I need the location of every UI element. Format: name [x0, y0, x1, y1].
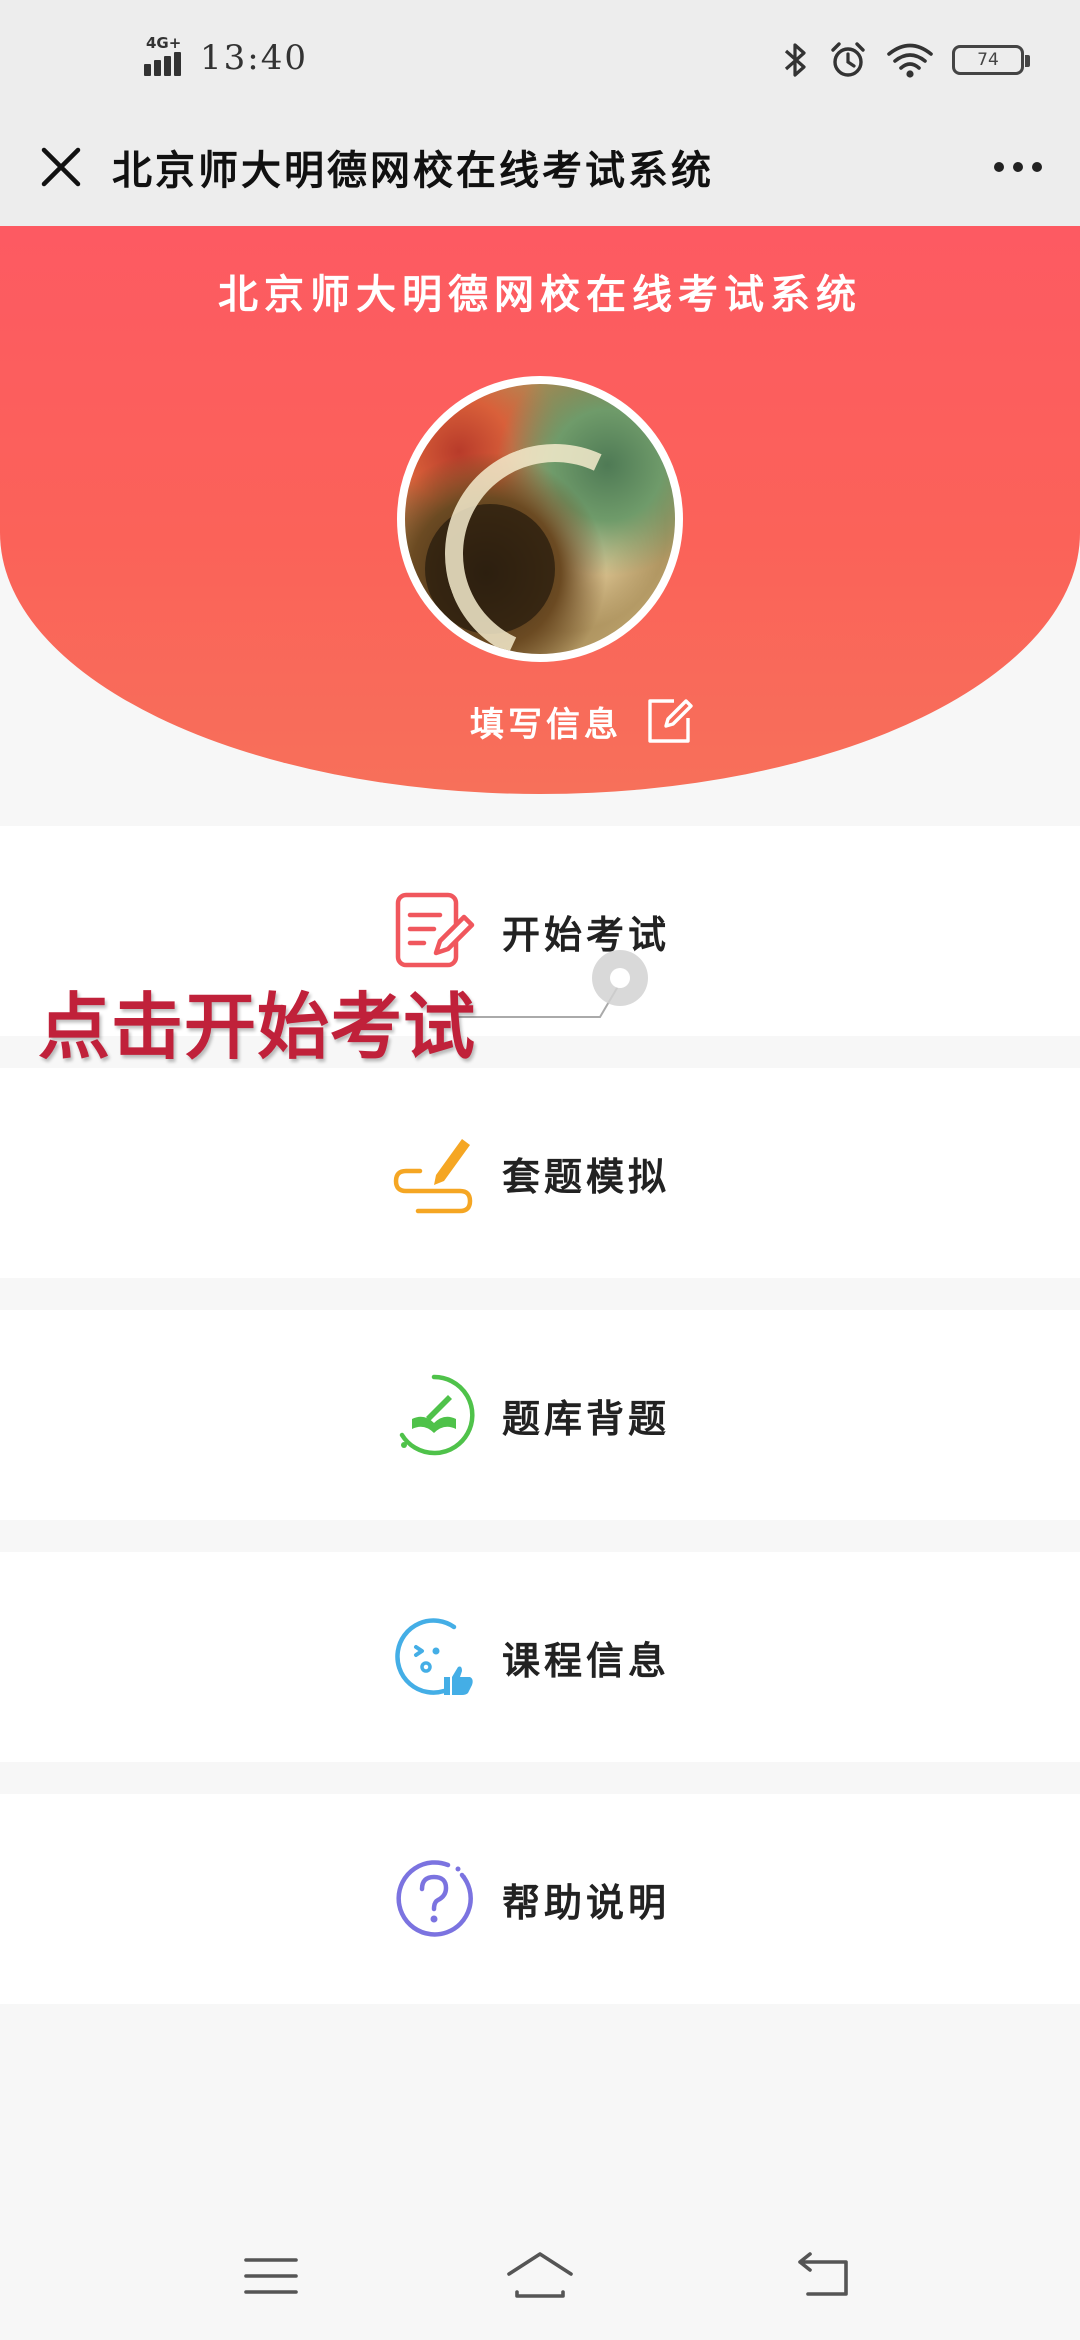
pen-icon: [393, 1139, 473, 1214]
close-button[interactable]: [30, 136, 92, 198]
menu-item-course-info[interactable]: 课程信息: [0, 1552, 1080, 1762]
home-icon: [507, 2252, 573, 2298]
home-nav-button[interactable]: [505, 2246, 575, 2306]
menu-item-label: 套题模拟: [502, 1153, 671, 1199]
alarm-icon: [831, 42, 865, 77]
menu-item-question-bank[interactable]: 题库背题: [0, 1310, 1080, 1520]
book-icon: [399, 1374, 475, 1456]
more-options-button[interactable]: [982, 142, 1054, 192]
back-nav-button[interactable]: [790, 2246, 860, 2306]
menu-icon: [244, 2258, 298, 2294]
help-icon: [396, 1860, 473, 1937]
header-title: 北京师大明德网校在线考试系统: [218, 271, 862, 318]
menu-item-help[interactable]: 帮助说明: [0, 1794, 1080, 2004]
system-nav-bar: [0, 2220, 1080, 2340]
face-thumb-icon: [395, 1618, 473, 1695]
menu-nav-button[interactable]: [236, 2246, 306, 2306]
fill-info-label: 填写信息: [470, 704, 622, 745]
signal-icon: 4G+: [144, 34, 190, 76]
network-type: 4G+: [146, 34, 182, 52]
back-icon: [798, 2252, 848, 2296]
avatar[interactable]: [397, 376, 683, 662]
profile-header: 北京师大明德网校在线考试系统 填写信息: [0, 226, 1080, 794]
fill-info-button[interactable]: 填写信息: [470, 696, 694, 746]
wifi-icon: [887, 43, 933, 78]
battery-level: 74: [977, 50, 999, 70]
close-icon: [41, 147, 81, 187]
page-title: 北京师大明德网校在线考试系统: [112, 147, 714, 194]
status-time: 13:40: [200, 38, 308, 78]
menu-item-label: 题库背题: [502, 1395, 671, 1441]
more-dot-icon: [994, 162, 1004, 172]
status-icons: 74: [782, 38, 1030, 82]
tap-indicator: [592, 950, 648, 1006]
bluetooth-icon: [784, 43, 806, 77]
menu-item-mock-test[interactable]: 套题模拟: [0, 1068, 1080, 1278]
battery-icon: 74: [952, 45, 1030, 75]
menu-item-label: 课程信息: [502, 1637, 671, 1683]
edit-icon: [648, 699, 693, 743]
title-bar: 北京师大明德网校在线考试系统: [0, 112, 1080, 226]
menu-item-label: 开始考试: [502, 911, 671, 957]
more-dot-icon: [1032, 162, 1042, 172]
more-dot-icon: [1013, 162, 1023, 172]
status-bar: 4G+ 13:40 74: [0, 0, 1080, 112]
annotation-text: 点击开始考试: [38, 985, 477, 1069]
menu-item-label: 帮助说明: [502, 1879, 671, 1925]
